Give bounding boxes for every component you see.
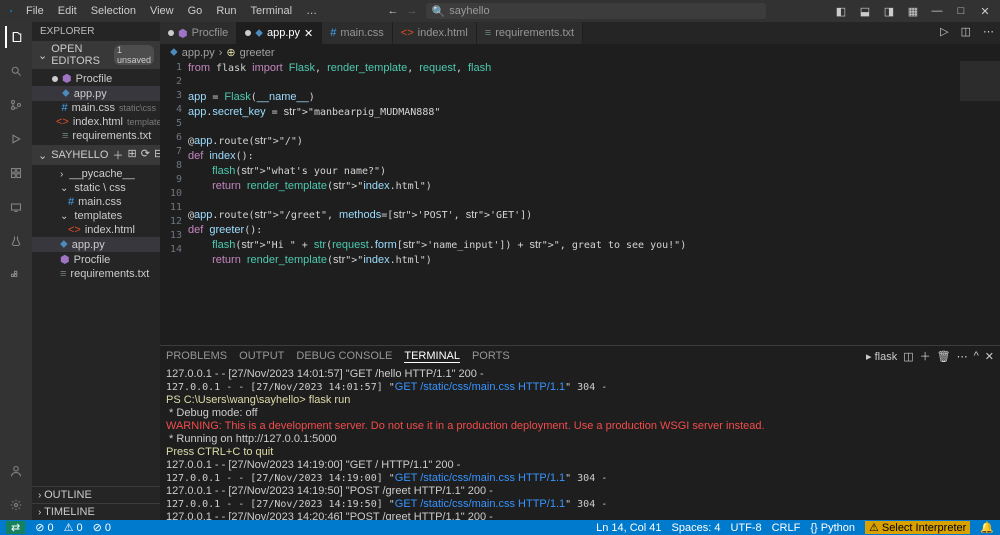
explorer-icon[interactable]: [5, 26, 27, 48]
terminal-profile[interactable]: ▸ flask: [866, 350, 897, 363]
status-notifications-icon[interactable]: 🔔: [980, 521, 994, 534]
menu-terminal[interactable]: Terminal: [245, 3, 299, 19]
editor-tab[interactable]: ⬢Procfile: [160, 22, 237, 44]
editor-tab[interactable]: <>index.html: [393, 22, 477, 44]
panel-max-icon[interactable]: ^: [974, 350, 979, 362]
status-port[interactable]: ⊘ 0: [93, 521, 111, 534]
panel-tab-debug[interactable]: DEBUG CONSOLE: [296, 350, 392, 362]
tree-item[interactable]: __pycache__: [32, 167, 160, 181]
tree-item[interactable]: static \ css: [32, 181, 160, 195]
open-editor-item[interactable]: #main.cssstatic\css: [32, 101, 160, 115]
layout-custom-icon[interactable]: ▦: [902, 5, 924, 18]
source-control-icon[interactable]: [5, 94, 27, 116]
remote-icon[interactable]: [5, 196, 27, 218]
status-cursor[interactable]: Ln 14, Col 41: [596, 522, 661, 534]
status-eol[interactable]: CRLF: [772, 522, 801, 534]
tree-item[interactable]: <>index.html: [32, 223, 160, 237]
window-close-icon[interactable]: ✕: [974, 5, 996, 18]
line-gutter: 1234567891011121314: [160, 61, 188, 345]
tree-item[interactable]: #main.css: [32, 195, 160, 209]
layout-right-icon[interactable]: ◨: [878, 5, 900, 18]
account-icon[interactable]: [5, 460, 27, 482]
panel-tab-problems[interactable]: PROBLEMS: [166, 350, 227, 362]
status-interpreter[interactable]: ⚠ Select Interpreter: [865, 521, 970, 534]
status-encoding[interactable]: UTF-8: [730, 522, 761, 534]
layout-bottom-icon[interactable]: ⬓: [854, 5, 876, 18]
code-content[interactable]: from flask import Flask, render_template…: [188, 61, 686, 345]
menu-bar: File Edit Selection View Go Run Terminal…: [4, 3, 323, 19]
split-terminal-icon[interactable]: ◫: [903, 350, 913, 363]
command-center[interactable]: 🔍 sayhello: [426, 3, 766, 19]
sidebar: EXPLORER ⌄OPEN EDITORS 1 unsaved ⬢Procfi…: [32, 22, 160, 520]
open-editor-item[interactable]: ≡requirements.txt: [32, 129, 160, 143]
status-bar: ⇄ ⊘ 0 ⚠ 0 ⊘ 0 Ln 14, Col 41 Spaces: 4 UT…: [0, 520, 1000, 535]
editor-tabs: ⬢Procfile⬥app.py✕#main.css<>index.html≡r…: [160, 22, 1000, 44]
outline-header[interactable]: › OUTLINE: [32, 486, 160, 503]
tree-item[interactable]: templates: [32, 209, 160, 223]
status-spaces[interactable]: Spaces: 4: [672, 522, 721, 534]
layout-left-icon[interactable]: ◧: [830, 5, 852, 18]
tree-item[interactable]: ⬢Procfile: [32, 252, 160, 267]
command-center-text: sayhello: [449, 5, 489, 17]
gear-icon[interactable]: [5, 494, 27, 516]
editor-area: ⬢Procfile⬥app.py✕#main.css<>index.html≡r…: [160, 22, 1000, 520]
open-editor-item[interactable]: ⬥app.py: [32, 86, 160, 101]
open-editor-item[interactable]: ⬢Procfile: [32, 71, 160, 86]
more-icon[interactable]: ⋯: [977, 22, 1000, 44]
status-errors[interactable]: ⊘ 0: [35, 521, 53, 534]
open-editors-header[interactable]: ⌄OPEN EDITORS 1 unsaved: [32, 41, 160, 69]
testing-icon[interactable]: [5, 230, 27, 252]
nav-back-icon[interactable]: ←: [388, 5, 399, 17]
window-min-icon[interactable]: —: [926, 5, 948, 17]
project-header[interactable]: ⌄SAYHELLO ＋ ⊞ ⟳ ⊟: [32, 145, 160, 165]
panel-tab-output[interactable]: OUTPUT: [239, 350, 284, 362]
panel-tab-ports[interactable]: PORTS: [472, 350, 510, 362]
timeline-header[interactable]: › TIMELINE: [32, 503, 160, 520]
new-terminal-icon[interactable]: ＋: [920, 348, 931, 364]
docker-icon[interactable]: [5, 264, 27, 286]
close-tab-icon[interactable]: ✕: [304, 27, 313, 40]
menu-view[interactable]: View: [144, 3, 180, 19]
remote-indicator[interactable]: ⇄: [6, 521, 25, 534]
menu-selection[interactable]: Selection: [85, 3, 142, 19]
explorer-title: EXPLORER: [32, 22, 160, 41]
terminal-output[interactable]: 127.0.0.1 - - [27/Nov/2023 14:01:57] "GE…: [160, 366, 1000, 520]
bottom-panel: PROBLEMS OUTPUT DEBUG CONSOLE TERMINAL P…: [160, 345, 1000, 520]
extensions-icon[interactable]: [5, 162, 27, 184]
search-activity-icon[interactable]: [5, 60, 27, 82]
new-file-icon[interactable]: ＋: [113, 147, 124, 163]
panel-tab-terminal[interactable]: TERMINAL: [404, 350, 460, 363]
new-folder-icon[interactable]: ⊞: [128, 147, 137, 163]
activity-bar: [0, 22, 32, 520]
menu-run[interactable]: Run: [210, 3, 242, 19]
breadcrumb[interactable]: ⬥app.py› ⊕greeter: [160, 44, 1000, 61]
tree-item[interactable]: ≡requirements.txt: [32, 267, 160, 281]
debug-icon[interactable]: [5, 128, 27, 150]
file-tree: __pycache__static \ css#main.csstemplate…: [32, 165, 160, 486]
menu-file[interactable]: File: [20, 3, 50, 19]
tree-item[interactable]: ⬥app.py: [32, 237, 160, 252]
status-warnings[interactable]: ⚠ 0: [64, 521, 83, 534]
open-editors-list: ⬢Procfile ⬥app.py #main.cssstatic\css <>…: [32, 69, 160, 145]
status-lang[interactable]: {} Python: [810, 522, 855, 534]
editor-tab[interactable]: ⬥app.py✕: [237, 22, 322, 44]
open-editor-item[interactable]: <>index.htmltemplates: [32, 115, 160, 129]
refresh-icon[interactable]: ⟳: [141, 147, 150, 163]
menu-edit[interactable]: Edit: [52, 3, 83, 19]
menu-go[interactable]: Go: [182, 3, 209, 19]
editor-tab[interactable]: #main.css: [322, 22, 393, 44]
panel-more-icon[interactable]: ⋯: [957, 350, 968, 363]
run-icon[interactable]: ▷: [934, 22, 954, 44]
panel-close-icon[interactable]: ✕: [985, 350, 994, 363]
window-max-icon[interactable]: □: [950, 5, 972, 17]
nav-fwd-icon[interactable]: →: [407, 5, 418, 17]
unsaved-badge: 1 unsaved: [114, 45, 154, 65]
minimap[interactable]: [960, 61, 1000, 101]
kill-terminal-icon[interactable]: 🗑: [937, 350, 951, 363]
split-editor-icon[interactable]: ◫: [955, 22, 977, 44]
search-icon: 🔍: [432, 5, 446, 18]
vscode-logo-icon: [4, 4, 18, 18]
editor-tab[interactable]: ≡requirements.txt: [477, 22, 583, 44]
menu-more[interactable]: …: [300, 3, 323, 19]
